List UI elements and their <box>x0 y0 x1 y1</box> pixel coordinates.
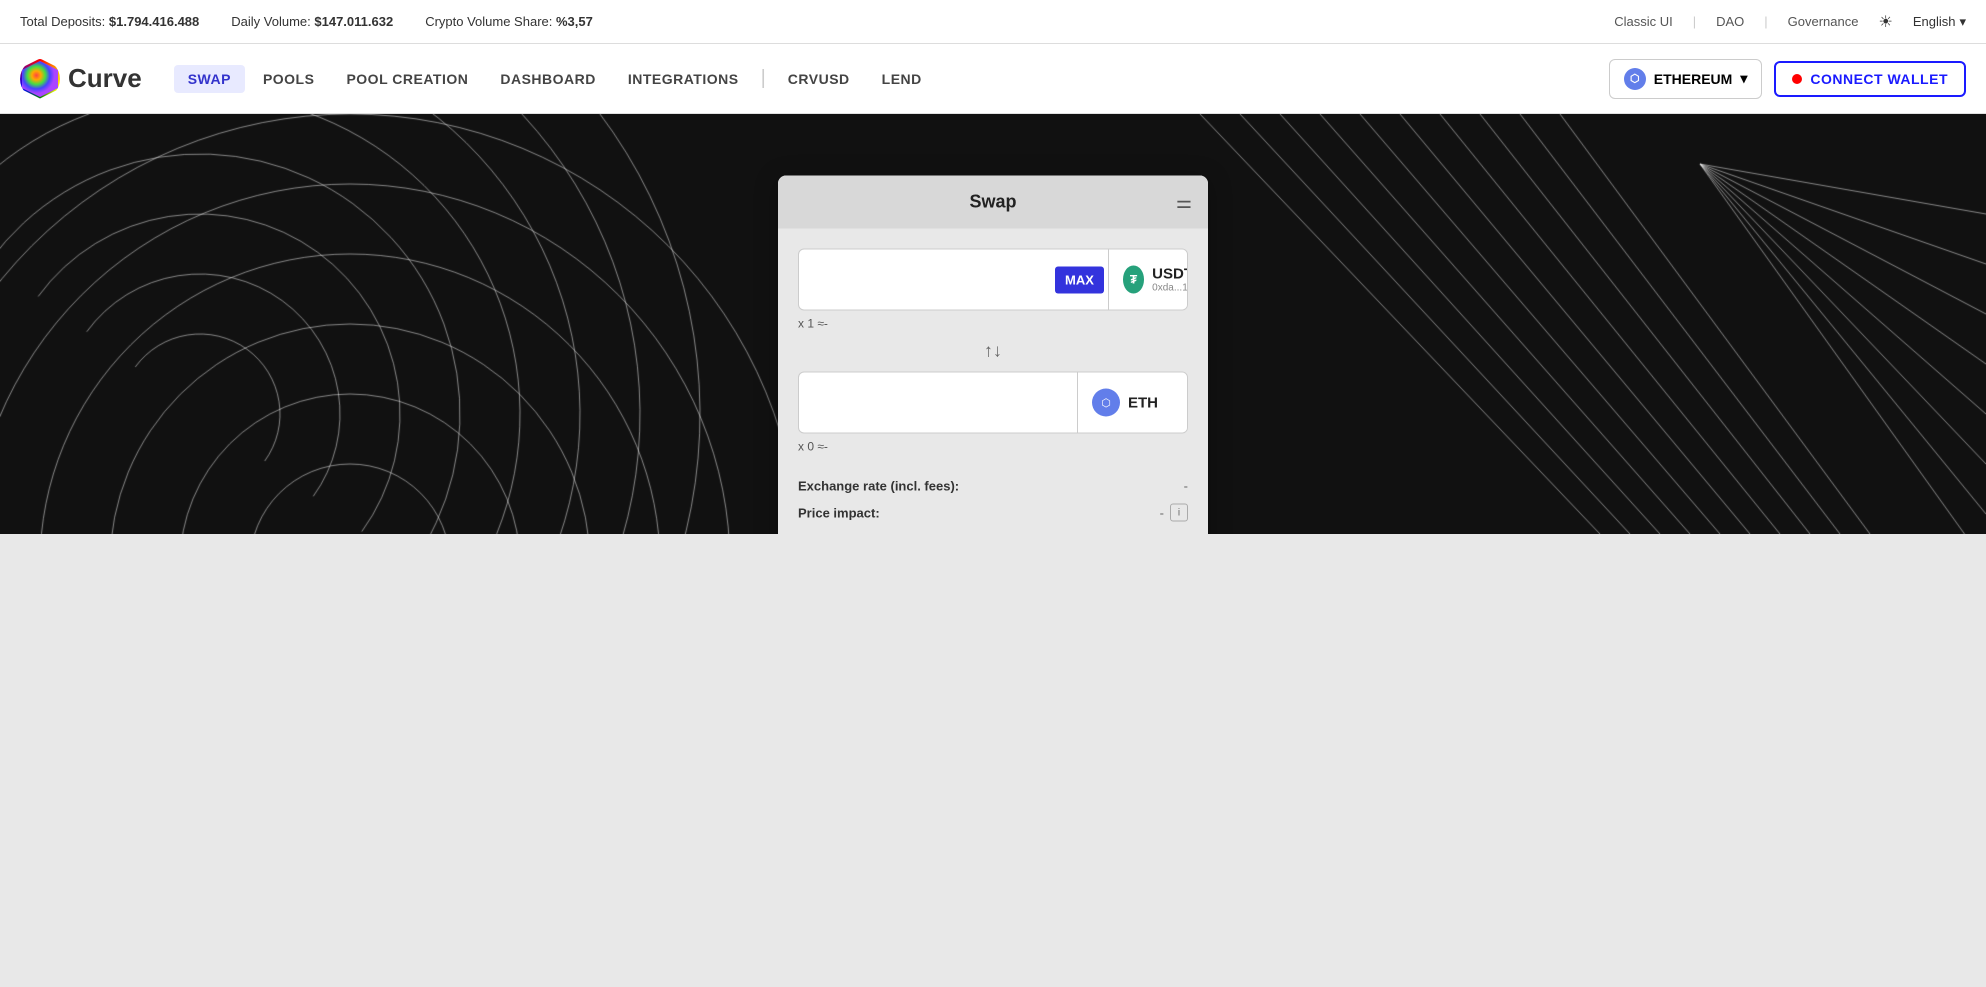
nav-divider: | <box>757 67 770 90</box>
nav-right: ⬡ ETHEREUM ▾ CONNECT WALLET <box>1609 59 1966 99</box>
from-token-selector[interactable]: ₮ USDT 0xda...1ec7 <box>1108 250 1188 310</box>
swap-body: MAX ₮ USDT 0xda...1ec7 x 1 ≈- ↑↓ ⬡ <box>778 229 1208 535</box>
crypto-volume-share: Crypto Volume Share: %3,57 <box>425 14 593 29</box>
nav-lend[interactable]: LEND <box>868 65 936 93</box>
nav-dashboard[interactable]: DASHBOARD <box>486 65 610 93</box>
divider2: | <box>1764 14 1767 29</box>
swap-header: Swap ⚌ <box>778 176 1208 229</box>
usdt-icon: ₮ <box>1123 266 1144 294</box>
from-rate-label: x 1 ≈- <box>798 317 1188 331</box>
price-impact-row: Price impact: - i <box>798 499 1188 527</box>
price-impact-info-icon[interactable]: i <box>1170 504 1188 522</box>
theme-toggle-icon[interactable]: ☀ <box>1878 12 1892 32</box>
status-dot-icon <box>1792 74 1802 84</box>
to-token-selector[interactable]: ⬡ ETH <box>1077 373 1187 433</box>
trade-routed-value: - <box>1184 532 1188 535</box>
settings-icon[interactable]: ⚌ <box>1176 192 1192 213</box>
dao-link[interactable]: DAO <box>1716 14 1744 29</box>
nav-crvusd[interactable]: CRVUSD <box>774 65 864 93</box>
eth-icon: ⬡ <box>1092 389 1120 417</box>
language-selector[interactable]: English ▾ <box>1913 14 1966 30</box>
from-token-input-wrap: MAX ₮ USDT 0xda...1ec7 <box>798 249 1188 311</box>
from-amount-input[interactable] <box>799 269 1055 290</box>
exchange-rate-label: Exchange rate (incl. fees): <box>798 479 959 494</box>
nav-links: SWAP POOLS POOL CREATION DASHBOARD INTEG… <box>174 65 936 93</box>
to-token-input-wrap: ⬡ ETH <box>798 372 1188 434</box>
swap-direction-toggle[interactable]: ↑↓ <box>798 341 1188 362</box>
ethereum-network-button[interactable]: ⬡ ETHEREUM ▾ <box>1609 59 1763 99</box>
stats-right: Classic UI | DAO | Governance ☀ English … <box>1614 12 1966 32</box>
exchange-rate-value: - <box>1184 479 1188 494</box>
exchange-rate-row: Exchange rate (incl. fees): - <box>798 474 1188 499</box>
logo[interactable]: Curve <box>20 59 142 99</box>
swap-widget: Swap ⚌ MAX ₮ USDT 0xda...1ec7 x 1 ≈- ↑↓ <box>778 176 1208 535</box>
logo-icon <box>20 59 60 99</box>
total-deposits: Total Deposits: $1.794.416.488 <box>20 14 199 29</box>
nav-bar: Curve SWAP POOLS POOL CREATION DASHBOARD… <box>0 44 1986 114</box>
nav-pools[interactable]: POOLS <box>249 65 329 93</box>
nav-pool-creation[interactable]: POOL CREATION <box>332 65 482 93</box>
bottom-section <box>0 534 1986 884</box>
trade-routed-row: Trade routed through: - <box>798 527 1188 535</box>
governance-link[interactable]: Governance <box>1788 14 1859 29</box>
swap-title: Swap <box>969 192 1016 213</box>
price-impact-value: - i <box>1160 504 1188 522</box>
to-rate-label: x 0 ≈- <box>798 440 1188 454</box>
nav-left: Curve SWAP POOLS POOL CREATION DASHBOARD… <box>20 59 936 99</box>
divider: | <box>1693 14 1696 29</box>
nav-integrations[interactable]: INTEGRATIONS <box>614 65 753 93</box>
to-amount-input[interactable] <box>799 392 1077 413</box>
classic-ui-link[interactable]: Classic UI <box>1614 14 1673 29</box>
price-impact-label: Price impact: <box>798 505 880 520</box>
ethereum-icon: ⬡ <box>1624 68 1646 90</box>
hero-section: Swap ⚌ MAX ₮ USDT 0xda...1ec7 x 1 ≈- ↑↓ <box>0 114 1986 534</box>
daily-volume: Daily Volume: $147.011.632 <box>231 14 393 29</box>
trade-routed-label: Trade routed through: <box>798 532 934 535</box>
stats-bar: Total Deposits: $1.794.416.488 Daily Vol… <box>0 0 1986 44</box>
connect-wallet-nav-button[interactable]: CONNECT WALLET <box>1774 61 1966 97</box>
info-section: Exchange rate (incl. fees): - Price impa… <box>798 474 1188 535</box>
logo-text: Curve <box>68 63 142 94</box>
nav-swap[interactable]: SWAP <box>174 65 245 93</box>
stats-left: Total Deposits: $1.794.416.488 Daily Vol… <box>20 14 593 29</box>
max-button[interactable]: MAX <box>1055 266 1104 293</box>
